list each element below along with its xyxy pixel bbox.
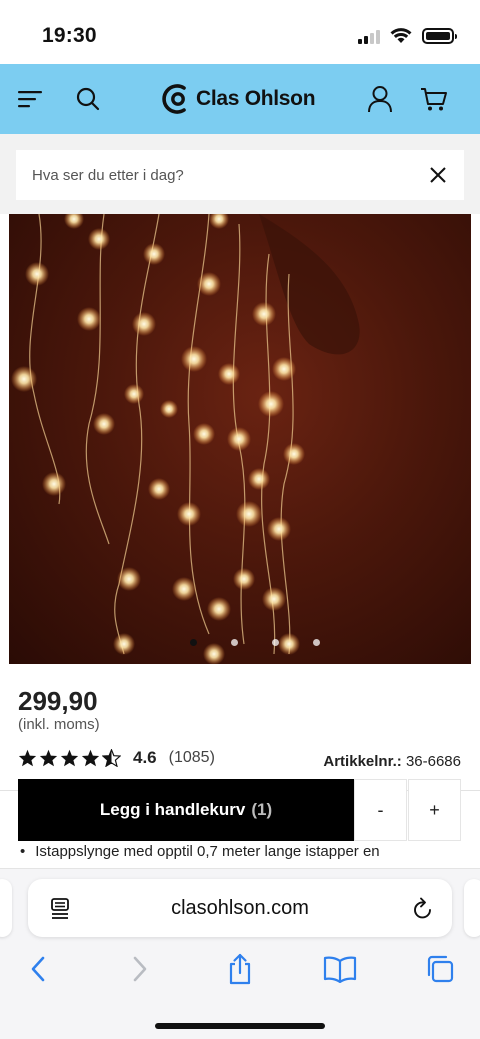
rating-row[interactable]: 4.6 (1085) <box>18 748 215 768</box>
menu-button[interactable] <box>12 64 48 134</box>
brand-logo[interactable]: Clas Ohlson <box>162 82 316 116</box>
cellular-signal-icon <box>358 28 380 44</box>
bookmarks-button[interactable] <box>320 949 360 989</box>
rating-count: (1085) <box>168 749 215 766</box>
search-box <box>16 150 464 200</box>
carousel-dot[interactable] <box>190 639 197 646</box>
carousel-dot[interactable] <box>272 639 279 646</box>
forward-icon <box>133 956 147 982</box>
product-feature-item: • Istappslynge med opptil 0,7 meter lang… <box>20 843 460 869</box>
status-icons <box>358 28 457 44</box>
battery-icon <box>422 28 457 44</box>
browser-nav-row <box>0 949 480 991</box>
site-header: Clas Ohlson <box>0 64 480 134</box>
star-icon <box>60 749 79 767</box>
tabs-icon <box>427 955 454 983</box>
add-to-cart-button[interactable]: Legg i handlekurv (1) <box>18 779 354 841</box>
account-icon <box>368 86 392 113</box>
bullet-mark: • <box>20 843 26 860</box>
account-button[interactable] <box>362 64 398 134</box>
quantity-increase-button[interactable]: + <box>408 779 461 841</box>
wifi-icon <box>390 28 412 43</box>
quantity-decrease-button[interactable]: - <box>354 779 407 841</box>
close-icon[interactable] <box>428 165 448 185</box>
share-icon <box>229 953 251 985</box>
tabs-button[interactable] <box>420 949 460 989</box>
previous-tab-preview[interactable] <box>0 879 12 937</box>
search-area <box>0 134 480 214</box>
status-bar: 19:30 <box>0 0 480 64</box>
rating-stars <box>18 749 121 767</box>
share-button[interactable] <box>220 949 260 989</box>
back-button[interactable] <box>18 949 58 989</box>
home-indicator[interactable] <box>155 1023 325 1029</box>
address-bar[interactable]: clasohlson.com <box>28 879 452 937</box>
clas-ohlson-logo-icon <box>162 84 186 114</box>
vat-note: (inkl. moms) <box>18 716 100 733</box>
cart-icon <box>421 88 447 111</box>
next-tab-preview[interactable] <box>464 879 480 937</box>
bookmarks-icon <box>323 956 357 983</box>
carousel-dots <box>9 639 471 646</box>
article-label: Artikkelnr.: <box>323 753 402 770</box>
status-time: 19:30 <box>42 24 97 47</box>
article-value: 36-6686 <box>405 753 461 770</box>
star-icon <box>39 749 58 767</box>
rating-value: 4.6 <box>133 748 157 767</box>
add-to-cart-label: Legg i handlekurv <box>99 800 246 819</box>
cart-count: (1) <box>251 800 273 819</box>
search-icon <box>76 87 100 111</box>
reload-icon[interactable] <box>412 897 434 921</box>
menu-icon <box>18 91 42 108</box>
product-price: 299,90 <box>18 686 98 716</box>
browser-toolbar: clasohlson.com <box>0 868 480 1039</box>
forward-button[interactable] <box>120 949 160 989</box>
url-text: clasohlson.com <box>171 896 309 919</box>
article-number: Artikkelnr.: 36-6686 <box>323 753 461 770</box>
brand-name: Clas Ohlson <box>196 87 316 110</box>
search-button[interactable] <box>70 64 106 134</box>
half-star-icon <box>102 749 121 767</box>
icicle-lights-photo <box>11 214 360 664</box>
product-feature-text: Istappslynge med opptil 0,7 meter lange … <box>35 843 380 860</box>
product-image-carousel[interactable] <box>9 214 471 664</box>
star-icon <box>18 749 37 767</box>
carousel-dot[interactable] <box>231 639 238 646</box>
search-input[interactable] <box>32 166 412 184</box>
carousel-dot[interactable] <box>313 639 320 646</box>
cart-button[interactable] <box>416 64 452 134</box>
star-icon <box>81 749 100 767</box>
back-icon <box>31 956 45 982</box>
